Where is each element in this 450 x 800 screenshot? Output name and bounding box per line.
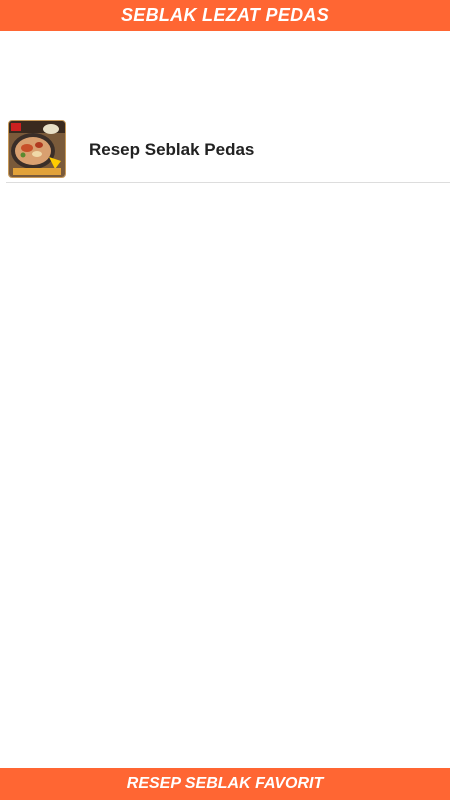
list-divider xyxy=(6,182,450,183)
recipe-title: Resep Seblak Pedas xyxy=(89,140,255,159)
list-item-resep-seblak-pedas[interactable]: Resep Seblak Pedas xyxy=(0,117,450,183)
thumbnail-image xyxy=(9,121,65,177)
footer-label: RESEP SEBLAK FAVORIT xyxy=(126,775,324,792)
footer-banner[interactable]: RESEP SEBLAK FAVORIT xyxy=(0,768,450,800)
seblak-dish-thumbnail-icon xyxy=(8,120,66,178)
app-title: SEBLAK LEZAT PEDAS xyxy=(120,5,330,25)
app-title-bar: SEBLAK LEZAT PEDAS xyxy=(0,0,450,31)
